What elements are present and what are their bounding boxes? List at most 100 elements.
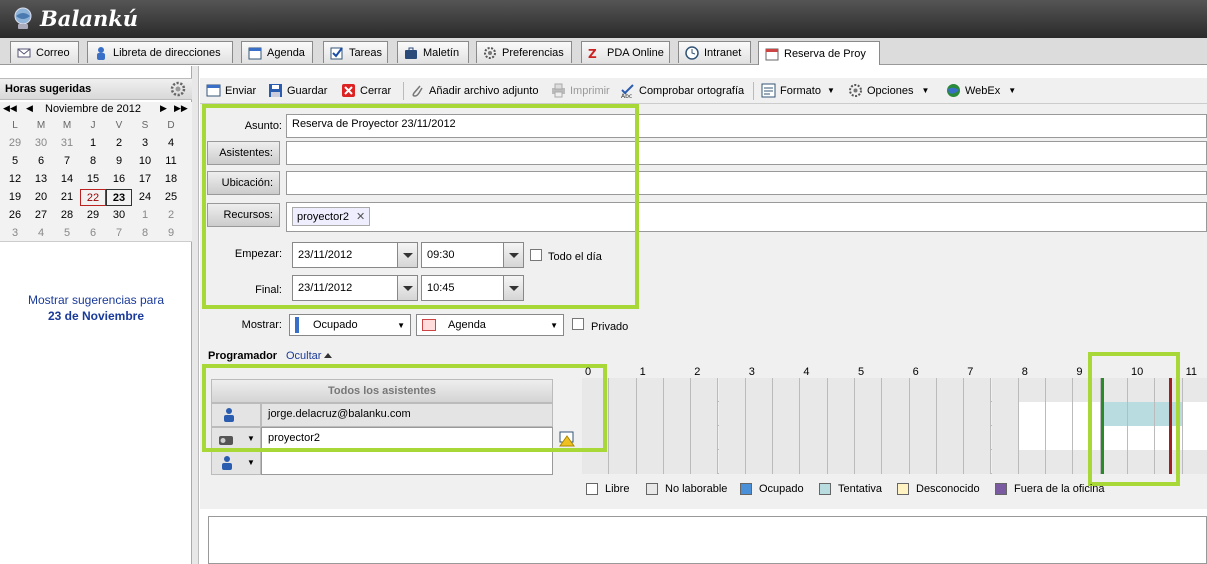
calendar-day[interactable]: 14 <box>54 171 80 188</box>
tab-tareas[interactable]: Tareas <box>323 41 388 63</box>
chevron-down-icon[interactable] <box>503 243 523 267</box>
calendar-day[interactable]: 26 <box>2 207 28 224</box>
tab-maletin[interactable]: Maletín <box>397 41 469 63</box>
calendar-day[interactable]: 9 <box>158 225 184 242</box>
calendar-day[interactable]: 8 <box>132 225 158 242</box>
send-button[interactable]: Enviar <box>206 83 256 98</box>
format-menu[interactable]: Formato ▼ <box>761 83 835 98</box>
calendar-day[interactable]: 5 <box>54 225 80 242</box>
attendees-button[interactable]: Asistentes: <box>207 141 280 165</box>
calendar-day[interactable]: 7 <box>106 225 132 242</box>
calendar-day[interactable]: 11 <box>158 153 184 170</box>
calendar-day[interactable]: 29 <box>80 207 106 224</box>
tab-correo[interactable]: Correo <box>10 41 79 63</box>
calendar-day[interactable]: 30 <box>106 207 132 224</box>
end-time-picker[interactable]: 10:45 <box>421 275 524 301</box>
prev-month-icon[interactable]: ◀ <box>26 103 33 114</box>
calendar-day[interactable]: 23 <box>106 189 132 206</box>
calendar-day[interactable]: 27 <box>28 207 54 224</box>
subject-input[interactable]: Reserva de Proyector 23/11/2012 <box>286 114 1207 138</box>
calendar-select[interactable]: Agenda ▼ <box>416 314 564 336</box>
resource-name-input[interactable]: proyector2 <box>261 427 553 451</box>
calendar-day[interactable]: 15 <box>80 171 106 188</box>
chevron-down-icon[interactable] <box>397 243 417 267</box>
start-date-picker[interactable]: 23/11/2012 <box>292 242 418 268</box>
remove-icon[interactable]: ✕ <box>356 211 365 223</box>
calendar-day[interactable]: 13 <box>28 171 54 188</box>
prev-year-icon[interactable]: ◀◀ <box>3 103 17 114</box>
calendar-day[interactable]: 4 <box>28 225 54 242</box>
notes-editor[interactable] <box>208 516 1207 564</box>
calendar-day[interactable]: 3 <box>2 225 28 242</box>
calendar-day[interactable]: 19 <box>2 189 28 206</box>
tab-libreta[interactable]: Libreta de direcciones <box>87 41 233 63</box>
start-time-picker[interactable]: 09:30 <box>421 242 524 268</box>
resource-chip[interactable]: proyector2 ✕ <box>292 207 371 226</box>
close-button[interactable]: Cerrar <box>341 83 391 98</box>
calendar-day[interactable]: 5 <box>2 153 28 170</box>
options-menu[interactable]: Opciones ▼ <box>848 83 929 98</box>
suggestions-link[interactable]: Mostrar sugerencias para 23 de Noviembre <box>0 292 192 324</box>
new-attendee-type-select[interactable]: ▼ <box>211 451 261 475</box>
calendar-day[interactable]: 7 <box>54 153 80 170</box>
next-year-icon[interactable]: ▶▶ <box>174 103 188 114</box>
save-icon <box>268 83 283 98</box>
splitter-handle[interactable] <box>192 66 199 564</box>
calendar-day[interactable]: 24 <box>132 189 158 206</box>
gear-icon[interactable] <box>170 81 186 97</box>
meeting-start-marker[interactable] <box>1100 378 1104 474</box>
location-input[interactable] <box>286 171 1207 195</box>
calendar-day[interactable]: 29 <box>2 135 28 152</box>
calendar-day[interactable]: 1 <box>80 135 106 152</box>
weekday-header: D <box>167 120 175 131</box>
show-as-select[interactable]: Ocupado ▼ <box>289 314 411 336</box>
calendar-day[interactable]: 10 <box>132 153 158 170</box>
calendar-day[interactable]: 2 <box>158 207 184 224</box>
attach-button[interactable]: Añadir archivo adjunto <box>410 83 538 98</box>
calendar-day[interactable]: 28 <box>54 207 80 224</box>
calendar-day[interactable]: 20 <box>28 189 54 206</box>
calendar-day[interactable]: 31 <box>54 135 80 152</box>
allday-checkbox[interactable] <box>530 249 542 261</box>
calendar-day[interactable]: 25 <box>158 189 184 206</box>
tab-preferencias[interactable]: Preferencias <box>476 41 572 63</box>
private-checkbox[interactable] <box>572 318 584 330</box>
calendar-day[interactable]: 30 <box>28 135 54 152</box>
calendar-day[interactable]: 17 <box>132 171 158 188</box>
calendar-day[interactable]: 6 <box>28 153 54 170</box>
attendees-input[interactable] <box>286 141 1207 165</box>
save-button[interactable]: Guardar <box>268 83 327 98</box>
calendar-day[interactable]: 9 <box>106 153 132 170</box>
calendar-day[interactable]: 21 <box>54 189 80 206</box>
calendar-day[interactable]: 3 <box>132 135 158 152</box>
tab-reserva-de-proy[interactable]: Reserva de Proy <box>758 41 880 65</box>
freebusy-grid[interactable] <box>582 378 1207 474</box>
webex-menu[interactable]: WebEx ▼ <box>946 83 1016 98</box>
calendar-day[interactable]: 6 <box>80 225 106 242</box>
new-attendee-input[interactable] <box>261 451 553 475</box>
next-month-icon[interactable]: ▶ <box>160 103 167 114</box>
location-button[interactable]: Ubicación: <box>207 171 280 195</box>
tab-agenda[interactable]: Agenda <box>241 41 313 63</box>
calendar-day[interactable]: 4 <box>158 135 184 152</box>
calendar-day[interactable]: 1 <box>132 207 158 224</box>
calendar-day[interactable]: 18 <box>158 171 184 188</box>
resources-input[interactable]: proyector2 ✕ <box>286 202 1207 232</box>
resource-type-select[interactable]: ▼ <box>211 427 261 451</box>
calendar-day[interactable]: 16 <box>106 171 132 188</box>
chevron-down-icon[interactable] <box>397 276 417 300</box>
end-date-picker[interactable]: 23/11/2012 <box>292 275 418 301</box>
tab-pda-online[interactable]: Z PDA Online <box>581 41 670 63</box>
calendar-day[interactable]: 8 <box>80 153 106 170</box>
resources-button[interactable]: Recursos: <box>207 203 280 227</box>
calendar-day[interactable]: 12 <box>2 171 28 188</box>
meeting-end-marker[interactable] <box>1168 378 1172 474</box>
tab-intranet[interactable]: Intranet <box>678 41 751 63</box>
chevron-down-icon[interactable] <box>503 276 523 300</box>
print-button[interactable]: Imprimir <box>551 83 610 98</box>
calendar-day[interactable]: 22 <box>80 189 106 206</box>
calendar-day[interactable]: 2 <box>106 135 132 152</box>
warning-icon[interactable] <box>559 431 575 447</box>
scheduler-toggle[interactable]: Ocultar <box>286 350 333 362</box>
spellcheck-button[interactable]: Abc Comprobar ortografía <box>620 83 744 100</box>
